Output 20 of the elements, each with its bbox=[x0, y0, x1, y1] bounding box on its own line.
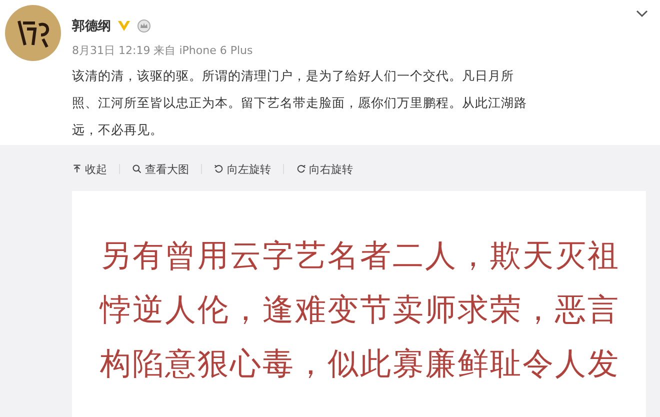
collapse-button[interactable]: 收起 bbox=[72, 162, 107, 176]
image-text-line: 构陷意狠心毒，似此寡廉鲜耻令人发 bbox=[100, 345, 621, 384]
chevron-down-icon[interactable] bbox=[636, 10, 648, 18]
rotate-left-icon[interactable] bbox=[214, 164, 224, 174]
image-text-line: 悖逆人伦，逢难变节卖师求荣，恶言 bbox=[100, 291, 621, 330]
rotate-right-button[interactable]: 向右旋转 bbox=[296, 162, 353, 176]
rotate-left-button[interactable]: 向左旋转 bbox=[214, 162, 271, 176]
search-icon[interactable] bbox=[132, 164, 142, 174]
post-source: 来自 iPhone 6 Plus bbox=[154, 44, 253, 57]
avatar-icon[interactable] bbox=[5, 5, 61, 61]
post-text-line: 照、江河所至皆以忠正为本。留下艺名带走脸面，愿你们万里鹏程。从此江湖路 bbox=[72, 94, 527, 112]
post-text-line: 远，不必再见。 bbox=[72, 121, 164, 139]
crown-icon bbox=[137, 19, 151, 33]
rotate-right-icon[interactable] bbox=[296, 164, 306, 174]
post-text-line: 该清的清，该驱的驱。所谓的清理门户，是为了给好人们一个交代。凡日月所 bbox=[72, 67, 515, 85]
zoom-button[interactable]: 查看大图 bbox=[132, 162, 189, 176]
image-text-line: 另有曾用云字艺名者二人，欺天灭祖 bbox=[100, 237, 621, 276]
post-time: 8月31日 12:19 bbox=[72, 44, 150, 57]
author-name[interactable]: 郭德纲 bbox=[72, 17, 111, 35]
up-arrow-icon[interactable] bbox=[72, 164, 82, 174]
